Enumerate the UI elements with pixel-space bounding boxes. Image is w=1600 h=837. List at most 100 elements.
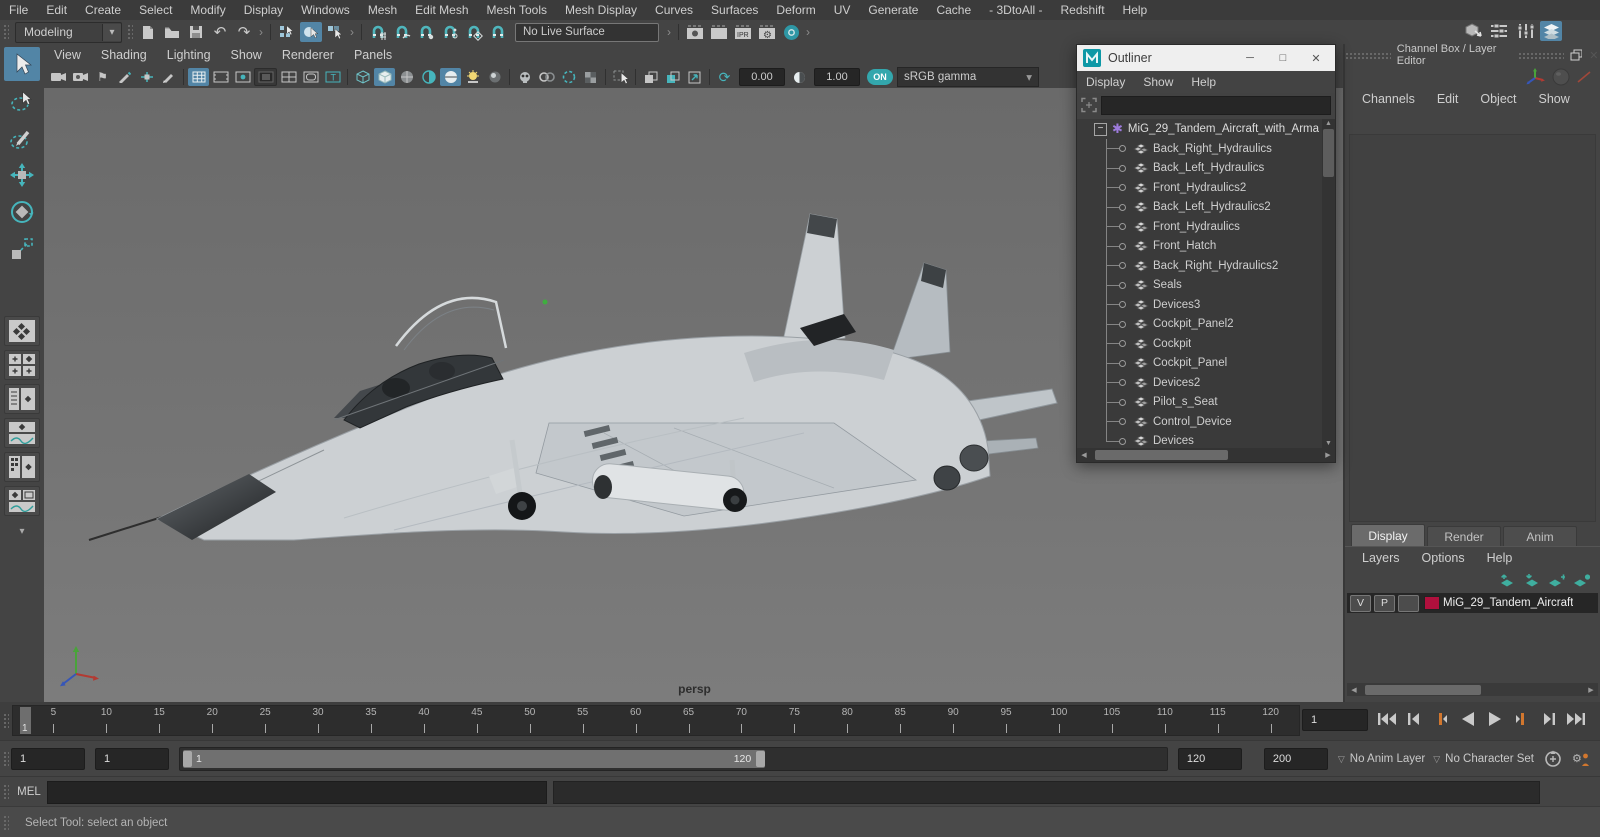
move-tool-button[interactable] [4,158,40,192]
color-management-toggle[interactable]: ON [867,69,893,85]
menu-item[interactable]: Windows [292,0,359,20]
render-current-frame-button[interactable] [708,22,730,42]
scale-tool-button[interactable] [4,232,40,266]
minimize-icon[interactable]: ─ [1237,52,1263,64]
screen-space-ao-button[interactable] [484,68,505,86]
outliner-menu-item[interactable]: Show [1134,72,1182,92]
time-tick[interactable]: 65 [662,706,715,735]
outliner-titlebar[interactable]: Outliner ─ □ ✕ [1077,45,1335,71]
snap-to-grid-button[interactable] [367,22,389,42]
layout-four-view-button[interactable] [4,350,40,380]
outliner-item[interactable]: Seals [1077,276,1335,296]
grease-pencil-icon[interactable] [114,68,135,86]
close-icon[interactable]: ✕ [1303,52,1329,65]
outliner-vscrollbar[interactable]: ▲ ▼ [1322,119,1335,448]
layer-display-type-toggle[interactable] [1398,594,1419,612]
menu-item[interactable]: Mesh Tools [478,0,556,20]
menu-item[interactable]: Generate [859,0,927,20]
exposure-icon[interactable]: ⟳ [714,68,735,86]
live-surface-field[interactable]: No Live Surface [515,22,659,42]
layer-name[interactable]: MiG_29_Tandem_Aircraft [1443,597,1573,609]
outliner-item[interactable]: Back_Left_Hydraulics [1077,159,1335,179]
layer-menu-item[interactable]: Help [1476,548,1524,568]
animation-end-field[interactable]: 200 [1263,748,1328,770]
time-tick[interactable]: 115 [1191,706,1244,735]
layout-outliner-persp-button[interactable] [4,384,40,414]
step-back-frame-button[interactable] [1428,707,1453,731]
save-scene-button[interactable] [185,22,207,42]
xray-active-components-button[interactable] [558,68,579,86]
time-tick[interactable]: 90 [927,706,980,735]
new-scene-button[interactable] [137,22,159,42]
snap-to-curve-button[interactable] [391,22,413,42]
channel-list-empty[interactable] [1349,134,1596,522]
menu-item[interactable]: Edit Mesh [406,0,477,20]
outliner-item[interactable]: Devices2 [1077,373,1335,393]
modeling-toolkit-toggle[interactable] [1462,21,1484,41]
select-component-mode-button[interactable] [324,22,346,42]
time-slider[interactable]: 5 10 15 20 25 30 35 40 45 50 55 60 65 70 75 80 85 90 95 100… [12,705,1300,736]
time-tick[interactable]: 100 [1033,706,1086,735]
snap-to-projected-center-button[interactable] [439,22,461,42]
isolate-add-button[interactable] [662,68,683,86]
safe-title-toggle[interactable]: T [322,68,343,86]
playback-end-field[interactable]: 120 [1177,748,1242,770]
selected-layer-add-icon[interactable] [1572,573,1590,587]
layer-menu-item[interactable]: Layers [1351,548,1411,568]
menu-item[interactable]: Create [76,0,130,20]
scroll-right-icon[interactable]: ▶ [1584,686,1598,694]
outliner-item[interactable]: Cockpit_Panel2 [1077,315,1335,335]
hypershade-button[interactable] [780,22,802,42]
time-tick[interactable]: 30 [292,706,345,735]
move-layer-up-icon[interactable] [1497,573,1515,587]
paint-select-tool-button[interactable] [4,121,40,155]
step-forward-key-button[interactable] [1536,707,1561,731]
gamma-icon[interactable] [789,68,810,86]
time-tick[interactable]: 20 [186,706,239,735]
scroll-down-icon[interactable]: ▼ [1322,440,1335,447]
group-separator[interactable]: › [257,25,265,39]
redo-button[interactable]: ↷ [233,22,255,42]
collapse-icon[interactable]: − [1094,122,1107,136]
time-tick[interactable]: 35 [345,706,398,735]
outliner-hscrollbar[interactable]: ◀ ▶ [1077,448,1335,462]
menu-item[interactable]: Curves [646,0,702,20]
time-tick[interactable]: 40 [397,706,450,735]
make-live-button[interactable] [487,22,509,42]
drag-grip[interactable] [2,750,9,768]
menuset-dropdown[interactable]: Modeling ▾ [15,21,122,43]
layer-tab[interactable]: Anim [1503,526,1577,546]
field-chart-toggle[interactable] [278,68,299,86]
time-tick[interactable]: 15 [133,706,186,735]
snap-to-point-button[interactable] [415,22,437,42]
xray-display-button[interactable] [514,68,535,86]
panel-menu-item[interactable]: Lighting [157,45,221,65]
camera-gate-icon[interactable] [136,68,157,86]
outliner-item[interactable]: Cockpit [1077,334,1335,354]
character-set-dropdown[interactable]: ▽ No Character Set [1433,753,1534,765]
camera-attributes-icon[interactable] [70,68,91,86]
range-slider[interactable]: 1 120 [179,747,1168,771]
outliner-item[interactable]: Cockpit_Panel [1077,354,1335,374]
menu-item[interactable]: Modify [181,0,234,20]
menu-item[interactable]: UV [825,0,860,20]
exposure-field[interactable]: 0.00 [739,68,785,86]
channel-box-menu-item[interactable]: Show [1528,89,1581,109]
panel-menu-item[interactable]: View [44,45,91,65]
time-tick[interactable]: 5 [27,706,80,735]
view-axis-gizmo[interactable] [58,642,102,688]
go-to-end-button[interactable] [1563,707,1588,731]
open-render-view-button[interactable] [684,22,706,42]
auto-keyframe-toggle[interactable] [1542,749,1564,769]
layout-hypershade-persp-button[interactable] [4,452,40,482]
outliner-item[interactable]: Control_Device [1077,412,1335,432]
range-start-handle[interactable] [183,751,192,767]
channel-box-menu-item[interactable]: Channels [1351,89,1426,109]
scrollbar-thumb[interactable] [1365,684,1481,695]
channel-box-menu-item[interactable]: Object [1469,89,1527,109]
render-settings-button[interactable]: ⚙ [756,22,778,42]
layer-tab[interactable]: Render [1427,526,1501,546]
time-tick[interactable]: 70 [715,706,768,735]
open-scene-button[interactable] [161,22,183,42]
outliner-menu-item[interactable]: Display [1077,72,1134,92]
